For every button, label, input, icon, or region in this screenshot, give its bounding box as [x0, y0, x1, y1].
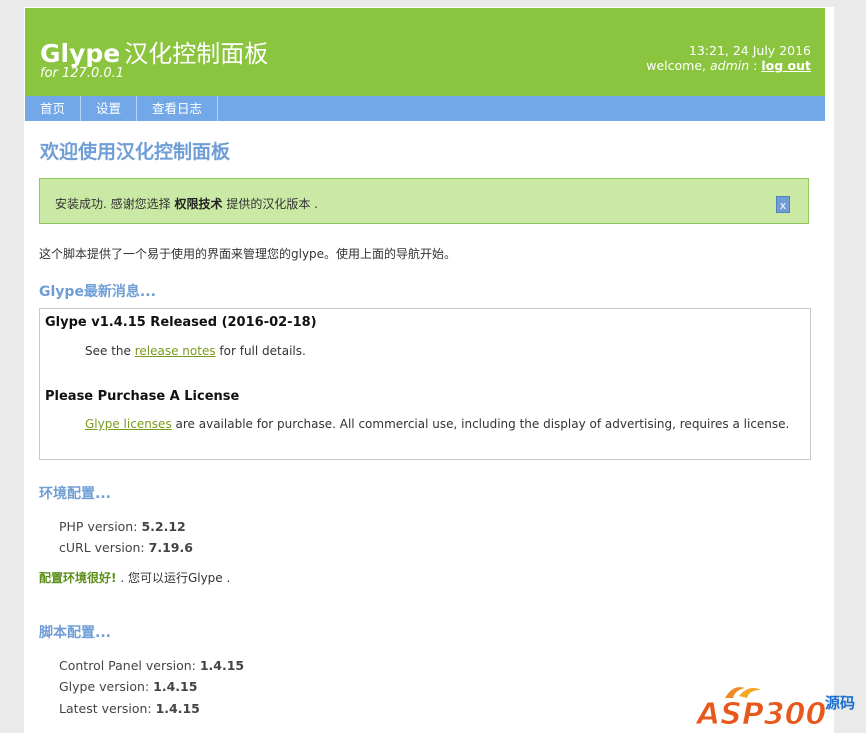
brand-name: Glype	[40, 39, 121, 68]
notice-bold: 权限技术	[174, 197, 223, 211]
nav-home[interactable]: 首页	[25, 96, 82, 121]
cp-label: Control Panel version:	[59, 658, 196, 673]
nav-bar: 首页 设置 查看日志	[25, 96, 825, 121]
news-body-1: See the release notes for full details.	[85, 344, 306, 358]
brand-subname: 汉化控制面板	[124, 40, 269, 68]
news-title-2: Please Purchase A License	[45, 389, 240, 404]
brand-title: Glype 汉化控制面板	[40, 34, 268, 69]
env-ok-message: 配置环境很好! . 您可以运行Glype .	[39, 569, 230, 586]
notice-text-after: 提供的汉化版本 .	[226, 197, 318, 211]
php-value: 5.2.12	[141, 519, 186, 534]
main-content: 欢迎使用汉化控制面板 安装成功. 感谢您选择 权限技术 提供的汉化版本 . x …	[39, 137, 811, 716]
welcome-line: welcome, admin : log out	[646, 58, 811, 73]
env-ok-bold: 配置环境很好!	[39, 571, 117, 585]
news-box: Glype v1.4.15 Released (2016-02-18) See …	[39, 308, 811, 460]
header-user-info: 13:21, 24 July 2016 welcome, admin : log…	[646, 43, 811, 73]
logout-link[interactable]: log out	[761, 58, 811, 73]
latest-value: 1.4.15	[155, 701, 200, 716]
success-notice: 安装成功. 感谢您选择 权限技术 提供的汉化版本 . x	[39, 178, 809, 224]
latest-label: Latest version:	[59, 701, 152, 716]
nav-settings[interactable]: 设置	[81, 96, 138, 121]
glype-label: Glype version:	[59, 679, 150, 694]
watermark-text: ASP300	[695, 697, 826, 730]
php-version: PHP version: 5.2.12	[59, 519, 186, 534]
notice-text: 安装成功. 感谢您选择 权限技术 提供的汉化版本 .	[55, 195, 318, 212]
news-body-1-prefix: See the	[85, 344, 131, 358]
close-icon[interactable]: x	[776, 196, 790, 213]
glype-value: 1.4.15	[153, 679, 198, 694]
header-banner: Glype 汉化控制面板 for 127.0.0.1 13:21, 24 July…	[25, 8, 825, 96]
php-label: PHP version:	[59, 519, 138, 534]
watermark-suffix: 源码	[825, 694, 855, 712]
licenses-link[interactable]: Glype licenses	[85, 417, 172, 431]
latest-version: Latest version: 1.4.15	[59, 701, 200, 716]
datetime: 13:21, 24 July 2016	[688, 43, 811, 58]
glype-version: Glype version: 1.4.15	[59, 679, 197, 694]
intro-text: 这个脚本提供了一个易于使用的界面来管理您的glype。使用上面的导航开始。	[39, 247, 457, 261]
cp-version: Control Panel version: 1.4.15	[59, 658, 244, 673]
cp-value: 1.4.15	[199, 658, 245, 673]
release-notes-link[interactable]: release notes	[135, 344, 216, 358]
curl-version: cURL version: 7.19.6	[59, 540, 193, 555]
nav-logs[interactable]: 查看日志	[137, 96, 219, 121]
news-title-1: Glype v1.4.15 Released (2016-02-18)	[45, 315, 317, 330]
news-heading: Glype最新消息...	[39, 284, 156, 300]
page-container: Glype 汉化控制面板 for 127.0.0.1 13:21, 24 July…	[24, 7, 834, 733]
curl-value: 7.19.6	[148, 540, 193, 555]
script-heading: 脚本配置...	[39, 625, 111, 641]
notice-text-before: 安装成功. 感谢您选择	[55, 197, 171, 211]
env-ok-rest: . 您可以运行Glype .	[120, 571, 231, 585]
separator: :	[753, 58, 758, 73]
env-heading: 环境配置...	[39, 486, 111, 502]
news-body-2: Glype licenses are available for purchas…	[85, 417, 789, 431]
host-subtitle: for 127.0.0.1	[40, 66, 125, 81]
page-title: 欢迎使用汉化控制面板	[40, 141, 231, 163]
asp300-watermark-logo: ASP300 源码	[695, 687, 855, 730]
curl-label: cURL version:	[59, 540, 145, 555]
news-body-2-suffix: are available for purchase. All commerci…	[175, 417, 790, 431]
username: admin	[710, 58, 750, 73]
news-body-1-suffix: for full details.	[219, 344, 306, 358]
welcome-text: welcome,	[646, 58, 707, 73]
